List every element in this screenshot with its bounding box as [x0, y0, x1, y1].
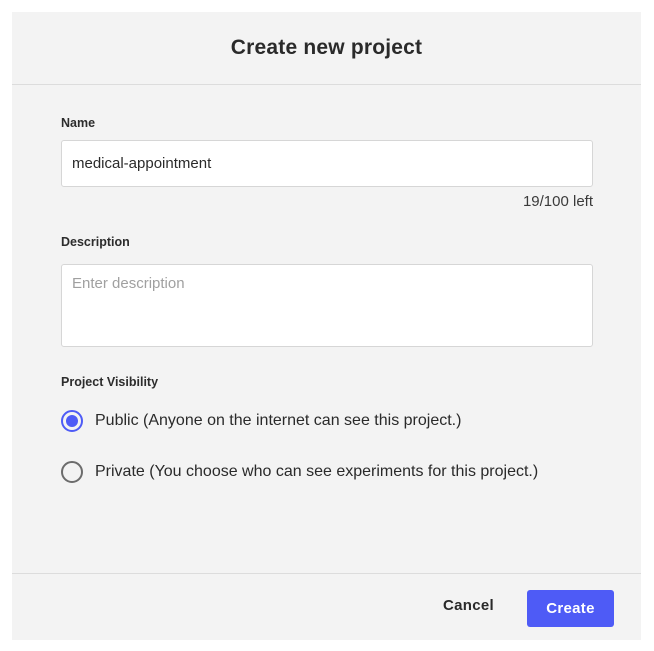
name-input[interactable] — [61, 140, 593, 187]
visibility-option-private-label: Private (You choose who can see experime… — [95, 463, 539, 480]
create-project-dialog: Create new project Name 19/100 left Desc… — [12, 12, 641, 640]
dialog-header: Create new project — [12, 12, 641, 85]
dialog-footer: Cancel Create — [12, 573, 641, 641]
radio-button-private[interactable] — [61, 461, 83, 483]
visibility-option-public-label: Public (Anyone on the internet can see t… — [95, 412, 462, 429]
name-label: Name — [61, 116, 96, 130]
visibility-option-private[interactable]: Private (You choose who can see experime… — [61, 461, 538, 483]
radio-button-public[interactable] — [61, 410, 83, 432]
dialog-title: Create new project — [230, 36, 423, 59]
description-label: Description — [61, 235, 130, 249]
description-input[interactable] — [61, 264, 593, 347]
visibility-option-public[interactable]: Public (Anyone on the internet can see t… — [61, 410, 461, 432]
name-char-count: 19/100 left — [522, 193, 593, 210]
create-button[interactable]: Create — [527, 590, 614, 627]
project-visibility-label: Project Visibility — [61, 375, 159, 389]
cancel-button[interactable]: Cancel — [443, 597, 494, 614]
